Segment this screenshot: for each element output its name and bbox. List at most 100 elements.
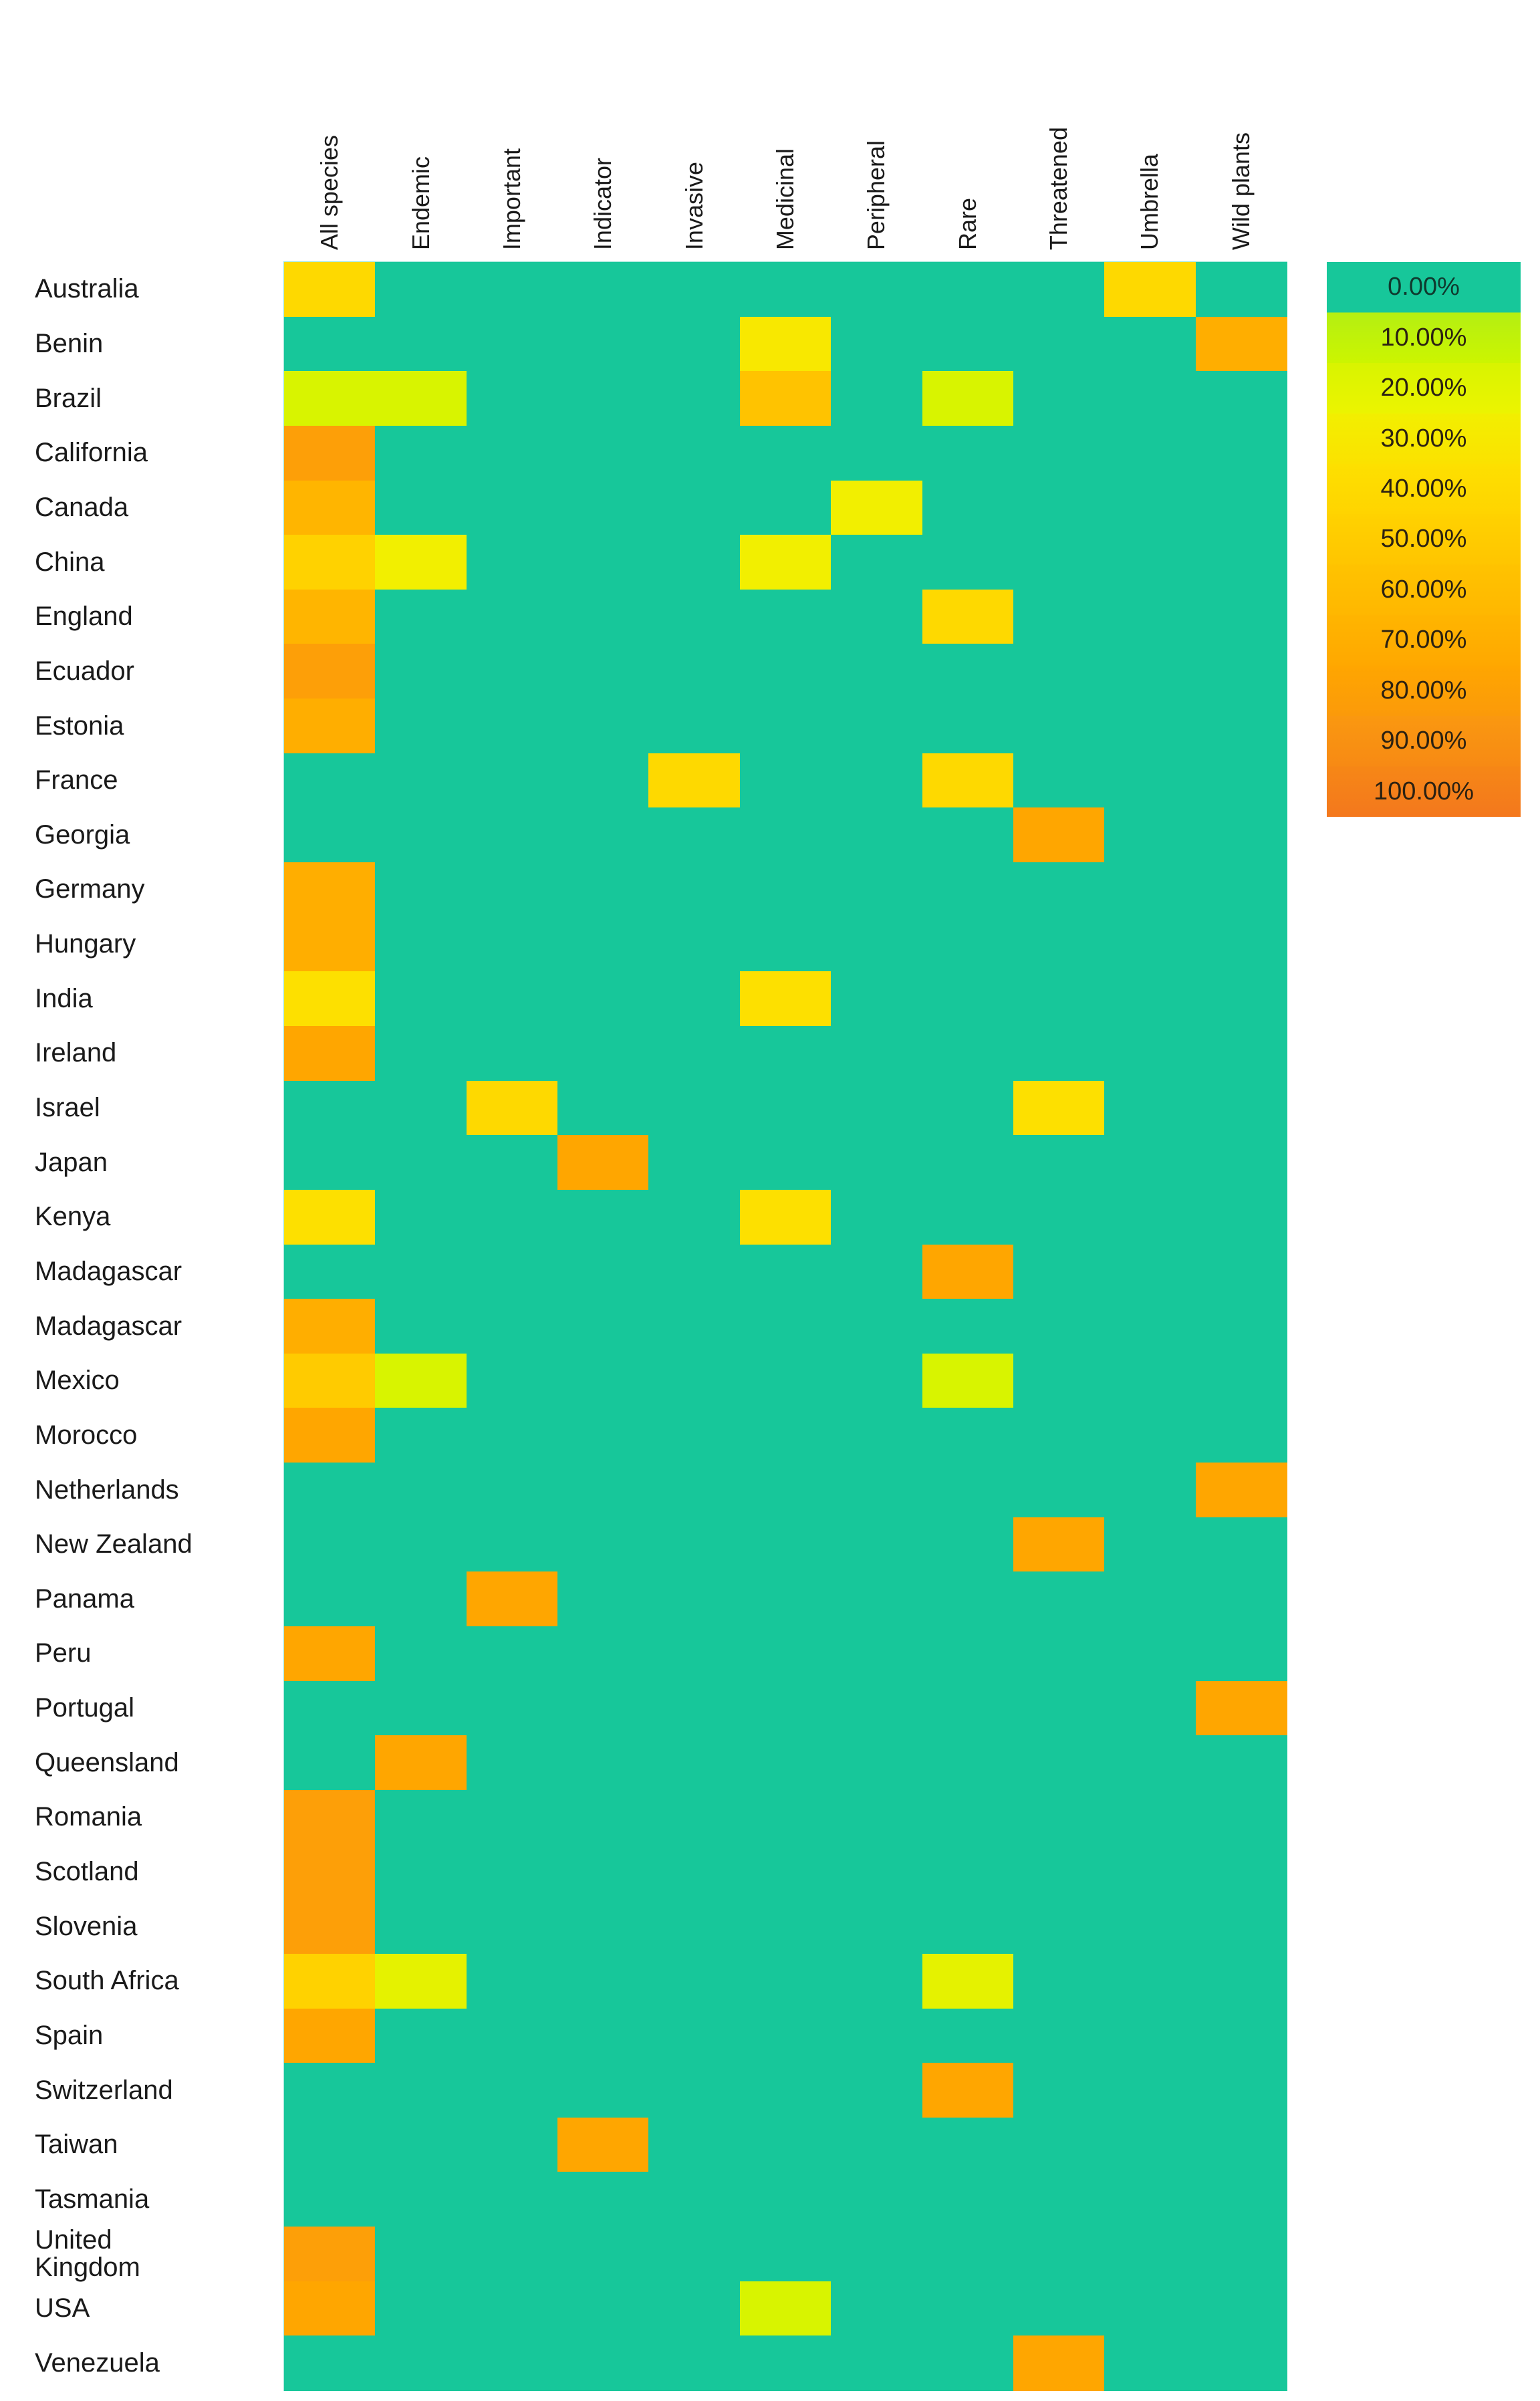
heatmap-cell bbox=[284, 589, 376, 645]
heatmap-cell bbox=[922, 1025, 1014, 1082]
heatmap-cell bbox=[648, 1844, 741, 1900]
heatmap-cell bbox=[1104, 1735, 1196, 1791]
row-label-switzerland: Switzerland bbox=[35, 2063, 281, 2118]
row-label-morocco: Morocco bbox=[35, 1408, 281, 1463]
heatmap-cell bbox=[648, 1189, 741, 1245]
heatmap-cell bbox=[284, 1299, 376, 1354]
heatmap-cell bbox=[1013, 425, 1105, 481]
heatmap-cell bbox=[1195, 1080, 1287, 1136]
heatmap-cell bbox=[1013, 1953, 1105, 2009]
row-label-hungary: Hungary bbox=[35, 917, 281, 972]
heatmap-cell bbox=[557, 262, 650, 318]
row-label-madagascar: Madagascar bbox=[35, 1245, 281, 1299]
heatmap-cell bbox=[648, 1680, 741, 1736]
heatmap-cell bbox=[284, 1735, 376, 1791]
heatmap-cell bbox=[922, 1517, 1014, 1572]
row-label-text: Venezuela bbox=[35, 2348, 160, 2378]
heatmap-cell bbox=[557, 1025, 650, 1082]
heatmap-cell bbox=[1013, 1844, 1105, 1900]
heatmap-cell bbox=[1195, 916, 1287, 972]
heatmap-cell bbox=[1013, 1135, 1105, 1190]
heatmap-cell bbox=[922, 916, 1014, 972]
heatmap-cell bbox=[1013, 480, 1105, 535]
heatmap-cell bbox=[1104, 2008, 1196, 2063]
row-label-georgia: Georgia bbox=[35, 807, 281, 862]
heatmap-cell bbox=[648, 1735, 741, 1791]
heatmap-cell bbox=[739, 2227, 831, 2282]
heatmap-cell bbox=[1195, 1299, 1287, 1354]
heatmap-cell bbox=[1013, 1353, 1105, 1409]
column-header-indicator: Indicator bbox=[557, 9, 648, 250]
heatmap-cell bbox=[831, 753, 923, 808]
column-header-all-species: All species bbox=[284, 9, 375, 250]
heatmap-cell bbox=[1195, 262, 1287, 318]
heatmap-cell bbox=[1195, 1025, 1287, 1082]
heatmap-cell bbox=[466, 644, 558, 699]
heatmap-cell bbox=[831, 1844, 923, 1900]
heatmap-cell bbox=[739, 1299, 831, 1354]
heatmap-cell bbox=[831, 1408, 923, 1463]
heatmap-cell bbox=[739, 425, 831, 481]
heatmap-cell bbox=[831, 589, 923, 645]
heatmap-cell bbox=[739, 1517, 831, 1572]
heatmap-cell bbox=[739, 753, 831, 808]
heatmap-cell bbox=[648, 2063, 741, 2118]
column-header-label: All species bbox=[315, 134, 344, 250]
row-label-canada: Canada bbox=[35, 481, 281, 535]
heatmap-cell bbox=[1104, 1353, 1196, 1409]
heatmap-cell bbox=[375, 1571, 467, 1627]
heatmap-cell bbox=[739, 971, 831, 1027]
heatmap-cell bbox=[1104, 2063, 1196, 2118]
heatmap-cell bbox=[922, 2227, 1014, 2282]
heatmap-cell bbox=[466, 2063, 558, 2118]
heatmap-cell bbox=[648, 644, 741, 699]
row-label-text: Estonia bbox=[35, 711, 124, 741]
heatmap-cell bbox=[831, 1353, 923, 1409]
heatmap-cell bbox=[922, 1844, 1014, 1900]
heatmap-cell bbox=[557, 2117, 650, 2173]
heatmap-cell bbox=[1195, 2227, 1287, 2282]
heatmap-cell bbox=[831, 1953, 923, 2009]
heatmap-cell bbox=[739, 1626, 831, 1682]
heatmap-cell bbox=[284, 753, 376, 808]
heatmap-cell bbox=[831, 1680, 923, 1736]
heatmap-cell bbox=[1195, 371, 1287, 426]
legend-tick-9000: 90.00% bbox=[1380, 727, 1467, 755]
heatmap-cell bbox=[1104, 971, 1196, 1027]
heatmap-cell bbox=[739, 1953, 831, 2009]
heatmap-cell bbox=[1013, 262, 1105, 318]
heatmap-cell bbox=[922, 1789, 1014, 1846]
heatmap-cell bbox=[466, 1789, 558, 1846]
heatmap-cell bbox=[831, 262, 923, 318]
heatmap-cell bbox=[1013, 2281, 1105, 2336]
heatmap-cell bbox=[648, 535, 741, 590]
heatmap-cell bbox=[831, 1899, 923, 1954]
heatmap-cell bbox=[1195, 862, 1287, 918]
column-header-label: Invasive bbox=[680, 161, 708, 250]
heatmap-cell bbox=[375, 1408, 467, 1463]
heatmap-cell bbox=[557, 699, 650, 754]
column-header-label: Rare bbox=[953, 197, 981, 250]
heatmap-cell bbox=[739, 1135, 831, 1190]
heatmap-cell bbox=[831, 2008, 923, 2063]
heatmap-cell bbox=[557, 1517, 650, 1572]
heatmap-cell bbox=[466, 2335, 558, 2391]
row-label-text: Morocco bbox=[35, 1420, 138, 1450]
heatmap-cell bbox=[375, 807, 467, 863]
heatmap-cell bbox=[831, 371, 923, 426]
heatmap-cell bbox=[557, 2281, 650, 2336]
heatmap-cell bbox=[375, 1899, 467, 1954]
heatmap-cell bbox=[1104, 1953, 1196, 2009]
heatmap-cell bbox=[648, 1408, 741, 1463]
heatmap-cell bbox=[739, 699, 831, 754]
heatmap-cell bbox=[739, 1735, 831, 1791]
heatmap-cell bbox=[466, 1299, 558, 1354]
row-label-germany: Germany bbox=[35, 862, 281, 917]
heatmap-cell bbox=[375, 589, 467, 645]
heatmap-cell bbox=[1013, 916, 1105, 972]
heatmap-cell bbox=[648, 1899, 741, 1954]
heatmap-cell bbox=[557, 1899, 650, 1954]
heatmap-cell bbox=[1195, 1626, 1287, 1682]
row-label-netherlands: Netherlands bbox=[35, 1463, 281, 1517]
column-header-umbrella: Umbrella bbox=[1104, 9, 1195, 250]
